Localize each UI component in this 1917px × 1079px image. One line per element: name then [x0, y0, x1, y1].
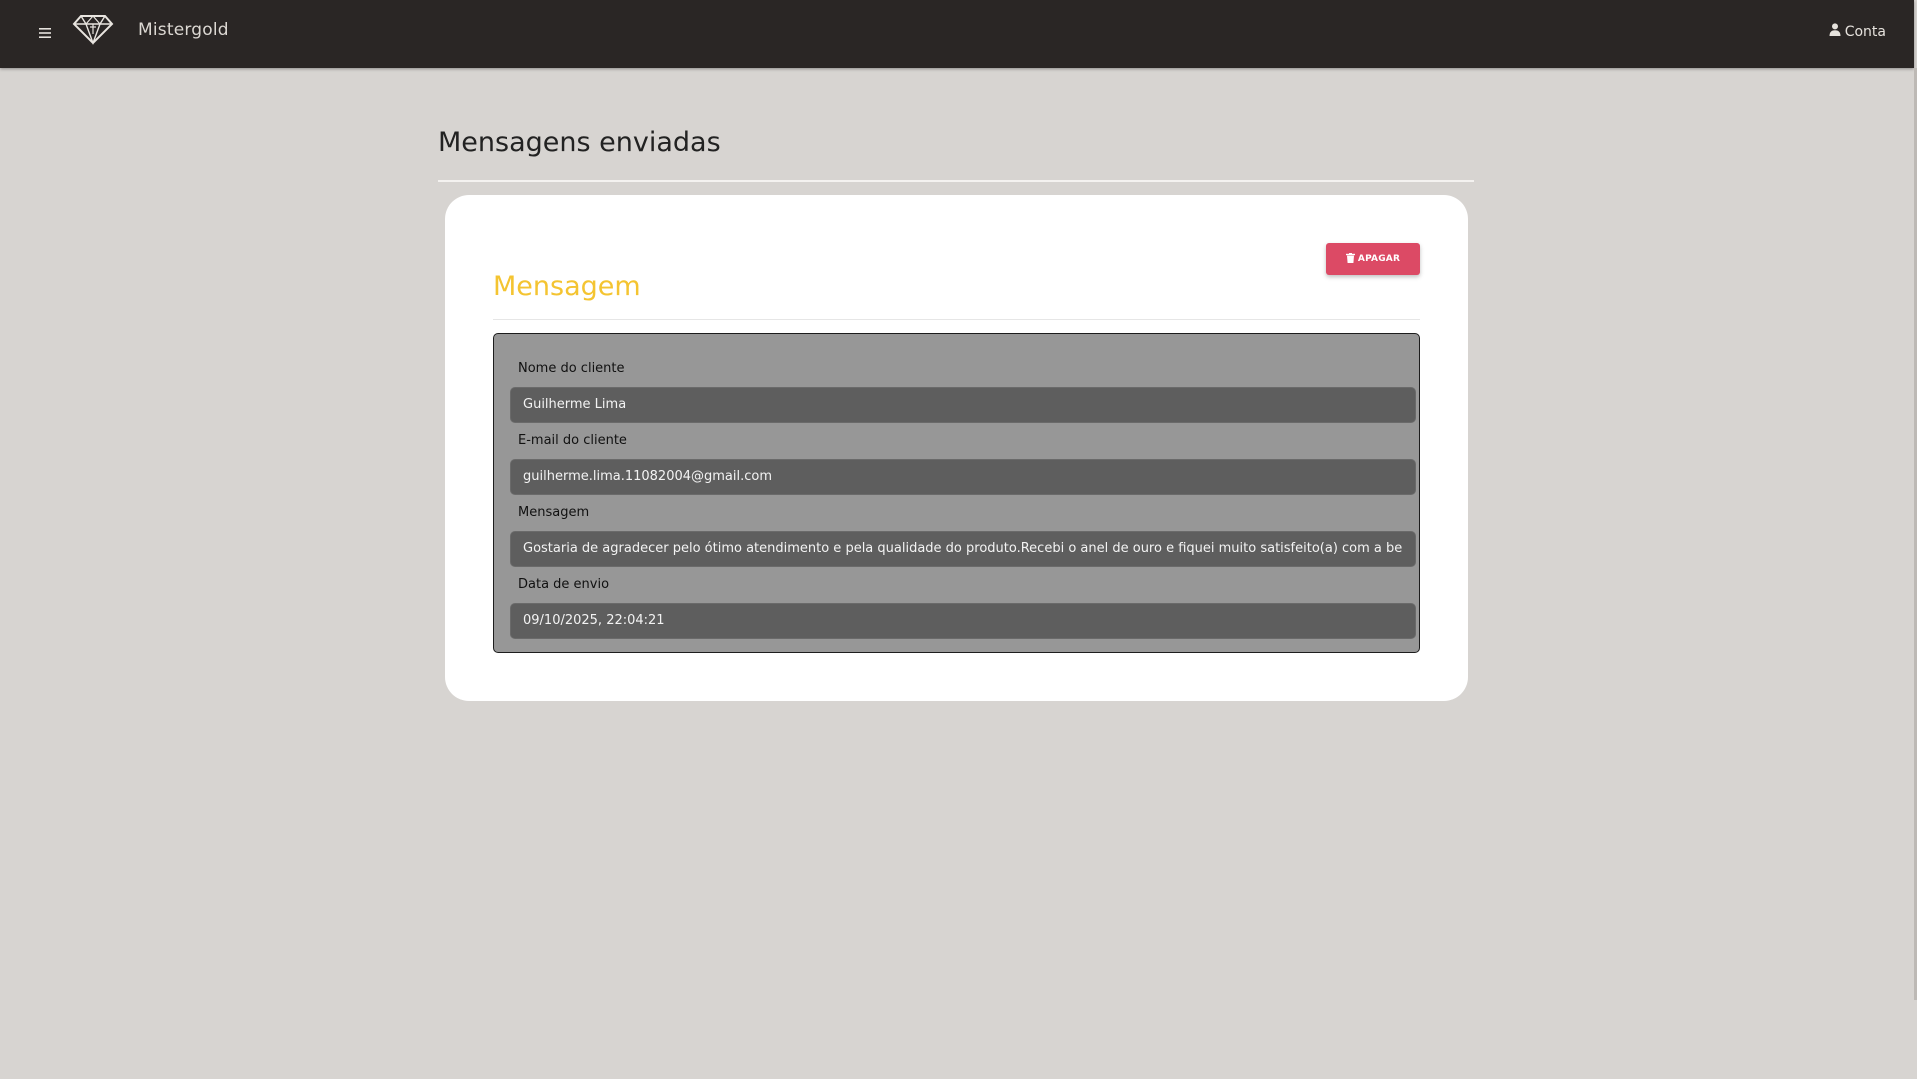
client-name-field[interactable]: Guilherme Lima [510, 387, 1416, 423]
message-label: Mensagem [518, 505, 590, 520]
message-details: Nome do cliente Guilherme Lima E-mail do… [493, 333, 1420, 653]
brand-name[interactable]: Mistergold [138, 20, 229, 40]
title-divider [438, 180, 1474, 182]
section-divider [493, 319, 1420, 320]
sent-date-field[interactable]: 09/10/2025, 22:04:21 [510, 603, 1416, 639]
page-title: Mensagens enviadas [438, 127, 721, 158]
message-field[interactable]: Gostaria de agradecer pelo ótimo atendim… [510, 531, 1416, 567]
hamburger-menu-icon[interactable] [34, 22, 56, 44]
client-email-label: E-mail do cliente [518, 433, 627, 448]
trash-icon [1345, 252, 1355, 266]
client-name-label: Nome do cliente [518, 361, 625, 376]
account-menu[interactable]: Conta [1829, 23, 1886, 40]
message-card: APAGAR Mensagem Nome do cliente Guilherm… [445, 195, 1468, 701]
section-title: Mensagem [493, 271, 641, 302]
account-label: Conta [1844, 23, 1886, 40]
delete-button[interactable]: APAGAR [1326, 243, 1420, 275]
diamond-logo-icon[interactable] [72, 12, 114, 46]
top-navbar: Mistergold Conta [0, 0, 1914, 68]
user-icon [1829, 23, 1841, 40]
delete-button-label: APAGAR [1357, 254, 1401, 264]
client-email-field[interactable]: guilherme.lima.11082004@gmail.com [510, 459, 1416, 495]
sent-date-label: Data de envio [518, 577, 610, 592]
